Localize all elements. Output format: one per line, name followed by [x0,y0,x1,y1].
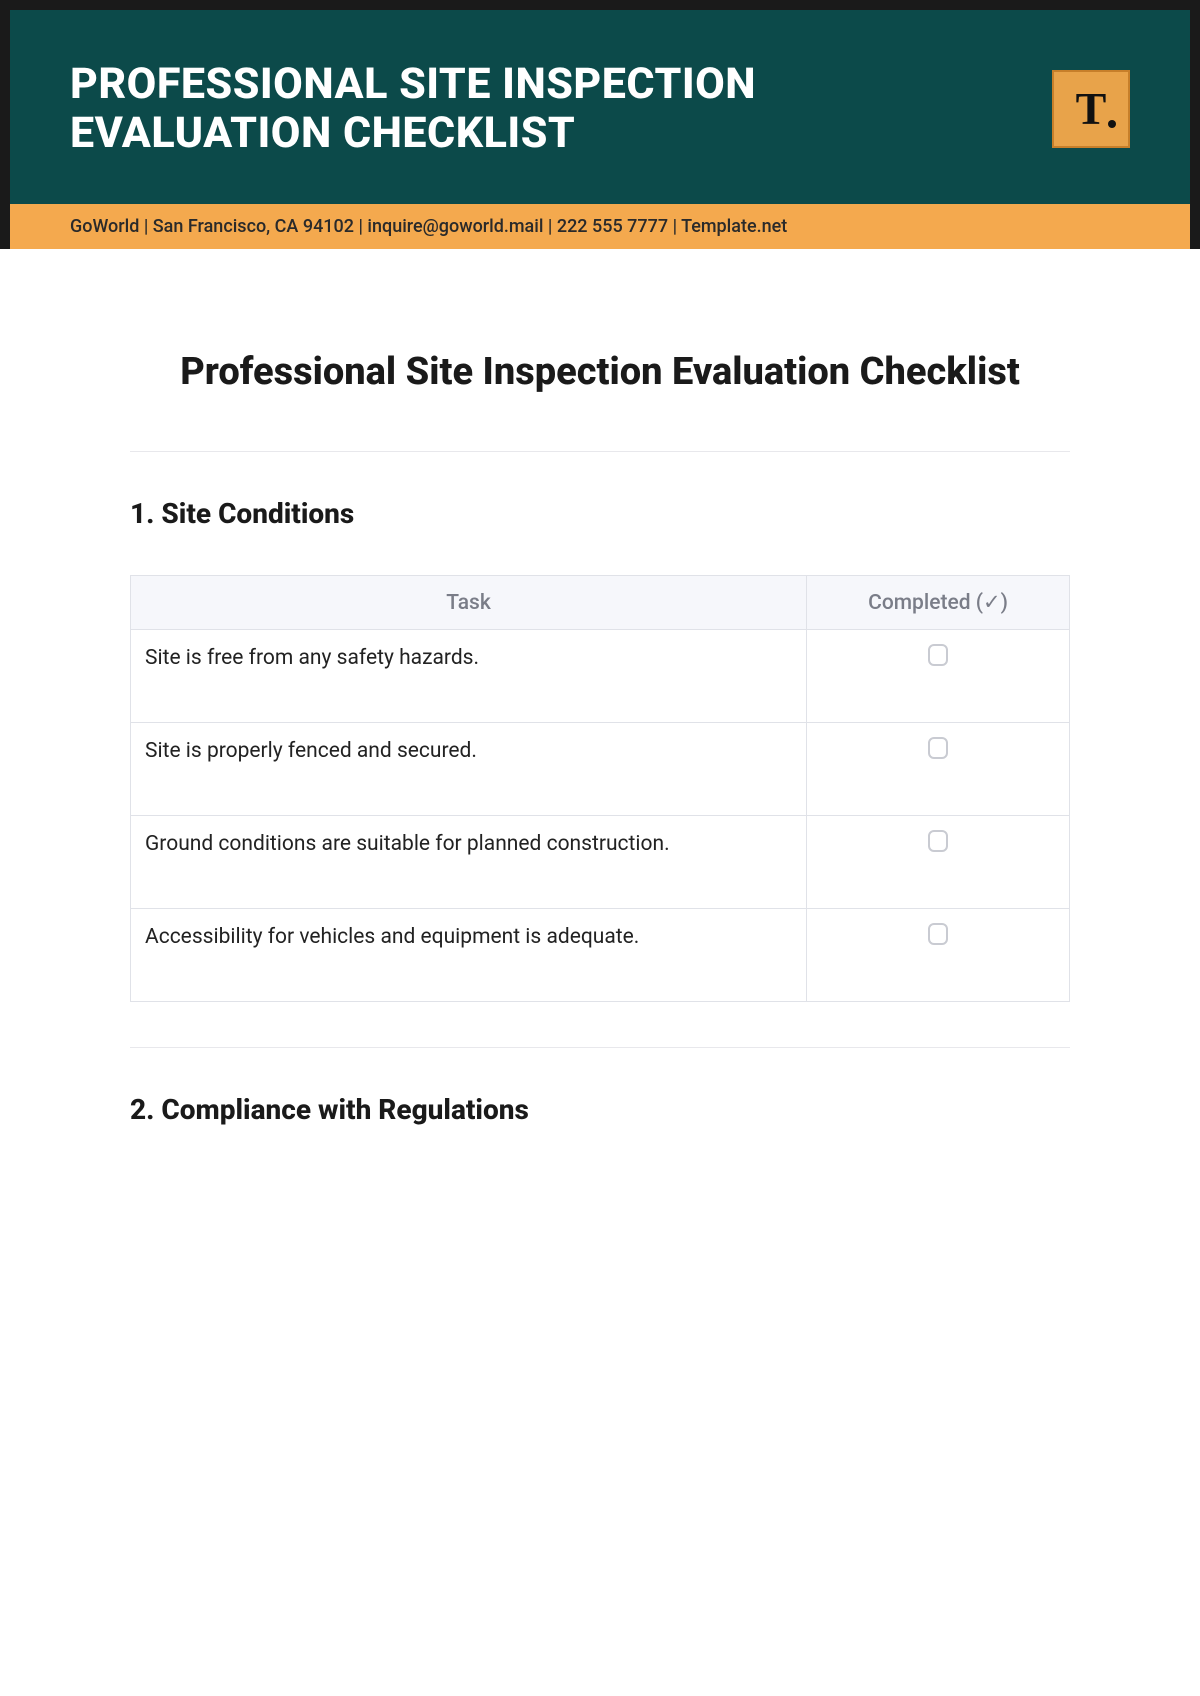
check-cell [807,723,1070,816]
task-cell: Accessibility for vehicles and equipment… [131,909,807,1002]
task-cell: Ground conditions are suitable for plann… [131,816,807,909]
divider [130,451,1070,452]
table-row: Ground conditions are suitable for plann… [131,816,1070,909]
table-header-row: Task Completed (✓) [131,576,1070,630]
logo-dot-icon [1108,120,1116,128]
table-row: Accessibility for vehicles and equipment… [131,909,1070,1002]
col-task: Task [131,576,807,630]
task-cell: Site is properly fenced and secured. [131,723,807,816]
logo-icon: T [1052,70,1130,148]
table-row: Site is free from any safety hazards. [131,630,1070,723]
logo-letter: T [1076,86,1107,132]
checkbox[interactable] [928,644,948,666]
checkbox[interactable] [928,737,948,759]
col-completed: Completed (✓) [807,576,1070,630]
section-heading-1: 1. Site Conditions [130,497,1070,530]
check-cell [807,816,1070,909]
checkbox[interactable] [928,830,948,852]
table-row: Site is properly fenced and secured. [131,723,1070,816]
banner-title: PROFESSIONAL SITE INSPECTION EVALUATION … [70,60,756,159]
outer-frame: PROFESSIONAL SITE INSPECTION EVALUATION … [0,0,1200,249]
banner: PROFESSIONAL SITE INSPECTION EVALUATION … [10,10,1190,204]
sub-banner-text: GoWorld | San Francisco, CA 94102 | inqu… [70,216,787,237]
check-cell [807,909,1070,1002]
banner-title-line2: EVALUATION CHECKLIST [70,108,575,158]
divider [130,1047,1070,1048]
document-content: Professional Site Inspection Evaluation … [0,249,1200,1127]
sub-banner: GoWorld | San Francisco, CA 94102 | inqu… [10,204,1190,249]
document-title: Professional Site Inspection Evaluation … [130,349,1070,397]
check-cell [807,630,1070,723]
banner-title-line1: PROFESSIONAL SITE INSPECTION [70,59,756,109]
checklist-table: Task Completed (✓) Site is free from any… [130,575,1070,1002]
task-cell: Site is free from any safety hazards. [131,630,807,723]
checkbox[interactable] [928,923,948,945]
section-heading-2: 2. Compliance with Regulations [130,1093,1070,1126]
